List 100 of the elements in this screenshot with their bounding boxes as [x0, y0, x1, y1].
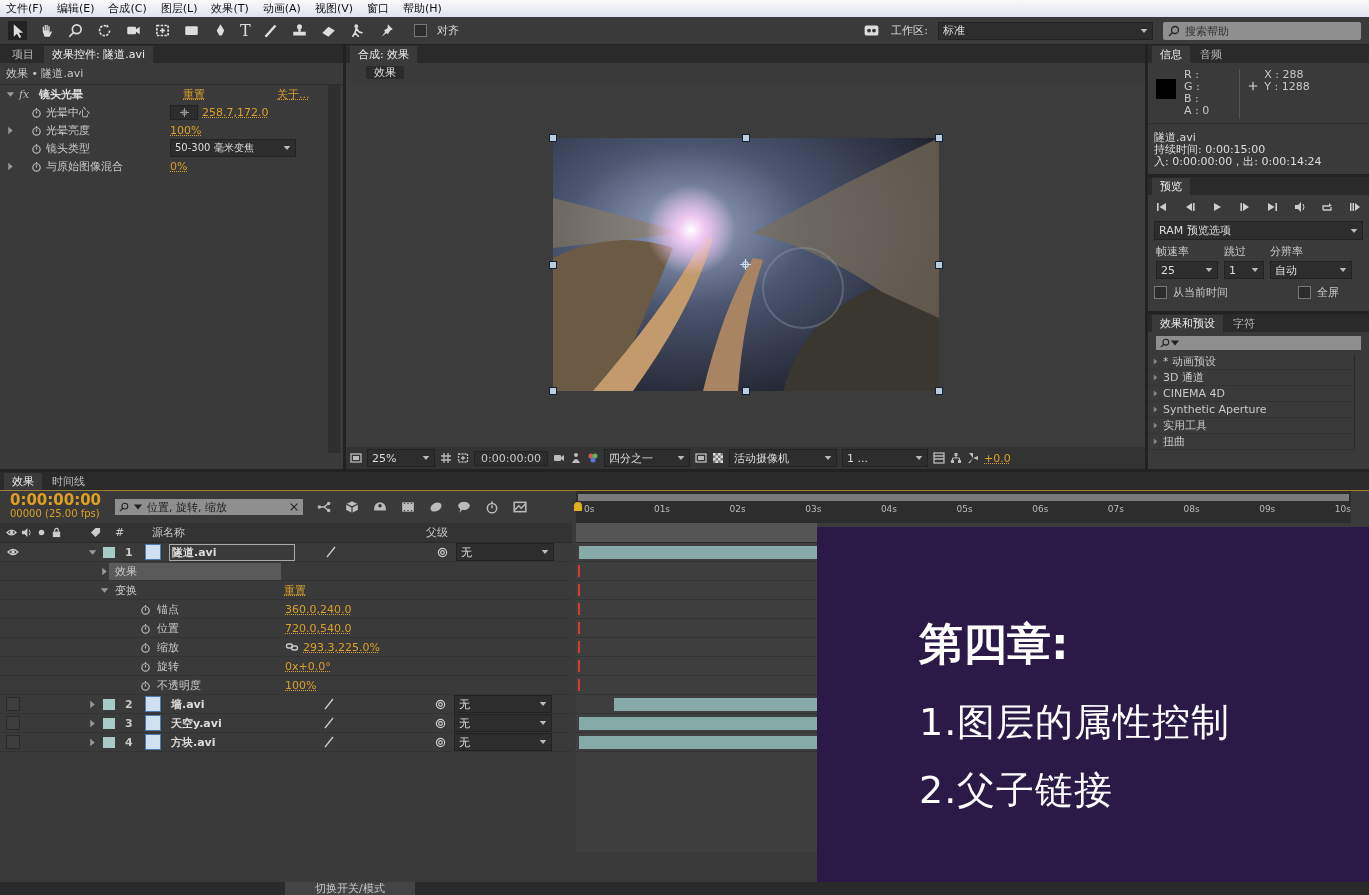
- parent-dropdown[interactable]: 无: [456, 543, 554, 561]
- last-frame-icon[interactable]: [1266, 201, 1279, 213]
- expand-icon[interactable]: [100, 585, 109, 595]
- ram-preview-dropdown[interactable]: RAM 预览选项: [1154, 221, 1363, 240]
- menu-item[interactable]: 文件(F): [6, 1, 43, 16]
- resize-handle[interactable]: [741, 387, 750, 395]
- panel-tab[interactable]: 项目: [4, 46, 42, 63]
- resize-handle[interactable]: [934, 387, 943, 395]
- switch-icon[interactable]: [323, 736, 335, 748]
- anchor-point-icon[interactable]: [739, 259, 751, 270]
- person-icon[interactable]: [570, 452, 583, 464]
- link-icon[interactable]: [285, 641, 299, 653]
- stopwatch-icon[interactable]: [140, 679, 151, 691]
- timecode-field[interactable]: 0:00:00:00: [474, 450, 549, 466]
- menu-item[interactable]: 效果(T): [211, 1, 249, 16]
- camera-dropdown[interactable]: 活动摄像机: [729, 449, 838, 467]
- panel-tab[interactable]: 效果控件: 隧道.avi: [44, 46, 153, 63]
- zoom-dropdown[interactable]: 25%: [367, 449, 435, 467]
- search-field[interactable]: 位置, 旋转, 缩放: [115, 499, 304, 515]
- spiral-icon[interactable]: [435, 717, 446, 729]
- panel-tab[interactable]: 预览: [1152, 178, 1190, 195]
- property-value[interactable]: 0%: [170, 159, 188, 173]
- preset-item[interactable]: 3D 通道: [1148, 370, 1354, 386]
- property-value[interactable]: 293.3,225.0%: [303, 640, 380, 654]
- expand-icon[interactable]: [6, 161, 15, 171]
- menu-item[interactable]: 视图(V): [314, 1, 353, 16]
- exposure-value[interactable]: +0.0: [984, 451, 1011, 465]
- search-field[interactable]: 搜索帮助: [1163, 21, 1361, 40]
- toggle-modes-button[interactable]: 切换开关/模式: [285, 882, 415, 895]
- bubble-icon[interactable]: [457, 500, 472, 514]
- field-dropdown[interactable]: 25: [1156, 261, 1218, 279]
- spiral-icon[interactable]: [437, 546, 448, 558]
- label-color[interactable]: [103, 717, 115, 729]
- fan-icon[interactable]: [967, 452, 980, 464]
- lens-dropdown[interactable]: 50-300 毫米变焦: [170, 139, 296, 157]
- text-tool[interactable]: T: [240, 21, 251, 40]
- layer-name[interactable]: 隧道.avi: [169, 543, 295, 561]
- channels-icon[interactable]: [587, 452, 600, 464]
- region-icon[interactable]: [695, 452, 708, 464]
- spiral-icon[interactable]: [435, 736, 446, 748]
- panel-tab[interactable]: 信息: [1152, 46, 1190, 63]
- resize-handle[interactable]: [548, 134, 557, 142]
- next-frame-icon[interactable]: [1238, 201, 1251, 213]
- film-icon[interactable]: [401, 500, 416, 514]
- view-dropdown[interactable]: 1 ...: [842, 449, 929, 467]
- about-link[interactable]: 关于...: [277, 86, 310, 102]
- panel-tab[interactable]: 时间线: [44, 473, 93, 490]
- clear-icon[interactable]: [289, 502, 300, 512]
- stopwatch-icon[interactable]: [140, 603, 151, 615]
- expand-icon[interactable]: [6, 89, 15, 99]
- expand-icon[interactable]: [88, 718, 97, 728]
- preset-item[interactable]: 实用工具: [1148, 418, 1354, 434]
- reset-link[interactable]: 重置: [284, 582, 306, 598]
- menu-item[interactable]: 图层(L): [160, 1, 198, 16]
- disc-icon[interactable]: [429, 500, 444, 514]
- graph-icon[interactable]: [317, 500, 332, 514]
- preset-item[interactable]: Synthetic Aperture: [1148, 402, 1354, 418]
- panel-tab[interactable]: 字符: [1225, 315, 1263, 332]
- region-icon[interactable]: [350, 452, 362, 464]
- field-dropdown[interactable]: 1: [1224, 261, 1264, 279]
- group-name[interactable]: 效果: [109, 562, 281, 580]
- preset-item[interactable]: CINEMA 4D: [1148, 386, 1354, 402]
- resolution-dropdown[interactable]: 四分之一: [604, 449, 691, 467]
- loop-icon[interactable]: [1321, 201, 1334, 213]
- label-color[interactable]: [103, 698, 115, 710]
- label-color[interactable]: [103, 546, 115, 558]
- layer-name[interactable]: 方块.avi: [169, 734, 293, 750]
- menu-item[interactable]: 编辑(E): [56, 1, 95, 16]
- label-color[interactable]: [103, 736, 115, 748]
- camera-icon[interactable]: [553, 452, 566, 464]
- first-frame-icon[interactable]: [1156, 201, 1168, 213]
- menu-item[interactable]: 窗口: [367, 1, 389, 16]
- ram-preview-icon[interactable]: [1348, 201, 1361, 213]
- menu-item[interactable]: 动画(A): [262, 1, 301, 16]
- checker-icon[interactable]: [712, 452, 725, 464]
- checkbox[interactable]: [1298, 286, 1311, 299]
- preset-item[interactable]: 扭曲: [1148, 434, 1354, 450]
- resize-handle[interactable]: [934, 134, 943, 142]
- switch-icon[interactable]: [323, 717, 335, 729]
- tree-icon[interactable]: [950, 452, 963, 464]
- property-value[interactable]: 100%: [285, 678, 317, 692]
- preset-item[interactable]: * 动画预设: [1148, 354, 1354, 370]
- stopwatch-icon[interactable]: [31, 124, 42, 136]
- stopwatch-icon[interactable]: [485, 500, 500, 514]
- resize-handle[interactable]: [934, 261, 943, 269]
- zoom-icon[interactable]: [66, 21, 85, 40]
- current-time[interactable]: 0:00:00:00: [10, 494, 102, 507]
- audio-icon[interactable]: [1293, 201, 1306, 213]
- panel-tab[interactable]: 合成: 效果: [350, 46, 418, 63]
- playhead[interactable]: [574, 502, 582, 511]
- parent-dropdown[interactable]: 无: [454, 695, 552, 713]
- parent-dropdown[interactable]: 无: [454, 714, 552, 732]
- property-value[interactable]: 100%: [170, 123, 202, 137]
- cube-icon[interactable]: [345, 500, 360, 514]
- panel-tab[interactable]: 效果和预设: [1152, 315, 1223, 332]
- checkbox[interactable]: [1154, 286, 1167, 299]
- search-field[interactable]: [1156, 336, 1361, 350]
- parent-dropdown[interactable]: 无: [454, 733, 552, 751]
- layout-icon[interactable]: [933, 452, 946, 464]
- property-value[interactable]: 258.7,172.0: [202, 105, 269, 119]
